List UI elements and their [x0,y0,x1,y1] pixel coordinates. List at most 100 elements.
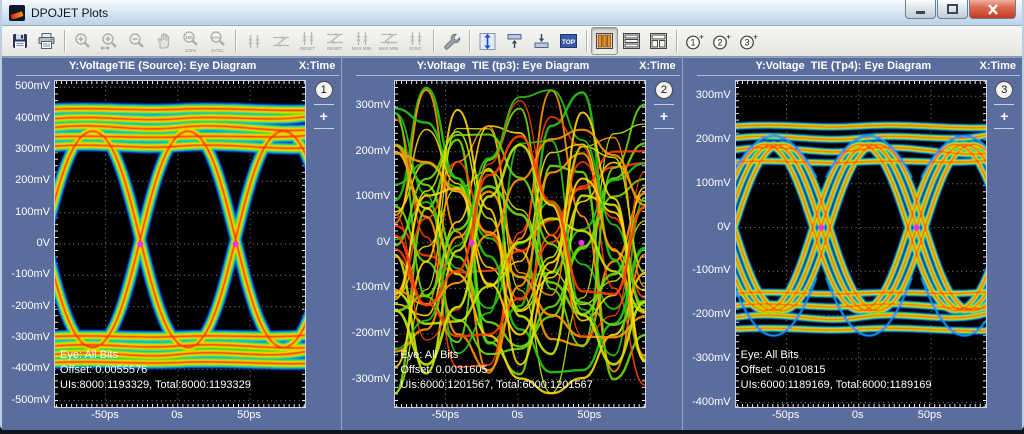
plot-side-controls: 3+ [987,80,1022,408]
fit-vertical-button[interactable] [474,27,501,55]
divider [994,104,1014,105]
zoom-100-button[interactable]: 100 100% [177,27,204,55]
plot-y-title: Y:VoltageTIE (Source): Eye Diagram [30,60,295,72]
plot-stat-line: Eye: All Bits [60,348,251,363]
plots-area: Y:VoltageTIE (Source): Eye Diagram X:Time… [2,57,1022,430]
divider [654,128,674,129]
eye-diagram-plot-2[interactable]: Eye: All BitsOffset: 0.0031605UIs:6000:1… [394,80,646,408]
settings-button[interactable] [438,27,465,55]
zoom-in-button[interactable] [69,27,96,55]
top-button[interactable]: TOP [555,27,582,55]
y-tick-label: 500mV [15,80,50,92]
horizontal-cursors-icon [271,34,291,49]
add-plot-1-button[interactable]: 1+ [681,27,708,55]
zoom-sync-button[interactable]: SYN SYNC [204,27,231,55]
plot-number-badge[interactable]: 1 [315,81,333,99]
y-tick-label: 100mV [696,177,731,189]
y-tick-label: -200mV [352,327,391,339]
plot-stat-line: Offset: 0.0031605 [400,363,592,378]
y-tick-label: 300mV [15,143,50,155]
add-plot-button[interactable]: + [320,109,328,123]
divider [994,128,1014,129]
pan-button[interactable] [150,27,177,55]
toolbar-separator [676,30,677,52]
toolbar-button-sublabel: SYNC [211,48,224,53]
svg-text:1: 1 [690,37,695,47]
add-plot-2-button[interactable]: 2+ [708,27,735,55]
pan-icon [155,32,173,50]
y-tick-label: -100mV [352,281,391,293]
reset-vertical-cursors-button[interactable]: RESET [294,27,321,55]
plot-stats: Eye: All BitsOffset: -0.010815UIs:6000:1… [741,348,932,393]
align-bottom-button[interactable] [528,27,555,55]
maximize-icon [947,4,958,14]
plot-x-title: X:Time [299,60,335,72]
x-tick-label: 50ps [918,409,942,421]
eye-diagram-plot-3[interactable]: Eye: All BitsOffset: -0.010815UIs:6000:1… [735,80,987,408]
svg-text:SYN: SYN [211,35,219,40]
eye-diagram-plot-1[interactable]: Eye: All BitsOffset: 0.0055576UIs:8000:1… [54,80,306,408]
y-tick-label: -100mV [11,268,50,280]
divider [654,104,674,105]
reset-horizontal-cursors-button[interactable]: RESET [321,27,348,55]
app-icon[interactable] [9,5,25,21]
y-axis-labels: 300mV200mV100mV0V-100mV-200mV-300mV-400m… [697,80,735,408]
zoom-100-icon: 100 [181,30,201,48]
cursors-sync-button[interactable]: SYNC [402,27,429,55]
zoom-out-button[interactable] [123,27,150,55]
y-tick-label: 300mV [355,99,390,111]
plot-y-title: Y:Voltage TIE (Tp4): Eye Diagram [711,60,976,72]
x-axis-labels: -50ps0s50ps [735,408,987,424]
minimize-button[interactable] [905,0,936,19]
plot-number-badge[interactable]: 2 [655,81,673,99]
x-tick-label: -50ps [91,409,119,421]
toolbar-button-sublabel: MAX MIN [379,46,398,51]
add-plot-button[interactable]: + [1000,109,1008,123]
zoom-out-icon [127,32,147,50]
toolbar-separator [586,30,587,52]
x-tick-label: 50ps [577,409,601,421]
plot-stat-line: Offset: 0.0055576 [60,363,251,378]
y-tick-label: 200mV [355,145,390,157]
plot-panel-1: Y:VoltageTIE (Source): Eye Diagram X:Time… [2,58,341,430]
zoom-horizontal-icon [100,32,120,50]
plot-number-badge[interactable]: 3 [995,81,1013,99]
toolbar-button-sublabel: SYNC [409,46,422,51]
y-tick-label: 100mV [355,190,390,202]
horizontal-cursors-button[interactable] [267,27,294,55]
toolbar-button-sublabel: MAX MIN [352,46,371,51]
y-tick-label: -300mV [11,331,50,343]
vertical-cursors-button[interactable] [240,27,267,55]
horizontal-cursors-maxmin-button[interactable]: MAX MIN [375,27,402,55]
zoom-horizontal-button[interactable] [96,27,123,55]
add-plot-3-icon: 3+ [738,32,760,51]
toolbar-separator [469,30,470,52]
add-plot-button[interactable]: + [660,109,668,123]
svg-text:100: 100 [185,35,193,40]
close-button[interactable] [969,0,1016,19]
plot-side-controls: 2+ [646,80,681,408]
svg-text:+: + [726,32,731,42]
maximize-button[interactable] [937,0,968,19]
save-button[interactable] [6,27,33,55]
toolbar-button-sublabel: 100% [185,48,197,53]
minimize-icon [916,5,926,14]
print-button[interactable] [33,27,60,55]
y-axis-labels: 500mV400mV300mV200mV100mV0V-100mV-200mV-… [16,80,54,408]
zoom-in-icon [73,32,93,50]
vertical-cursors-maxmin-button[interactable]: MAX MIN [348,27,375,55]
toolbar-button-sublabel: RESET [300,46,315,51]
svg-text:+: + [699,32,704,42]
align-top-button[interactable] [501,27,528,55]
layout-columns-button[interactable] [591,27,618,55]
layout-mixed-button[interactable] [645,27,672,55]
y-axis-labels: 300mV200mV100mV0V-100mV-200mV-300mV [356,80,394,408]
plot-stat-line: UIs:6000:1201567, Total:6000:1201567 [400,378,592,393]
add-plot-3-button[interactable]: 3+ [735,27,762,55]
layout-rows-button[interactable] [618,27,645,55]
add-plot-2-icon: 2+ [711,32,733,51]
y-tick-label: 0V [377,236,390,248]
title-bar[interactable]: DPOJET Plots [2,0,1022,26]
x-tick-label: 0s [171,409,183,421]
toolbar-button-sublabel: RESET [327,46,342,51]
